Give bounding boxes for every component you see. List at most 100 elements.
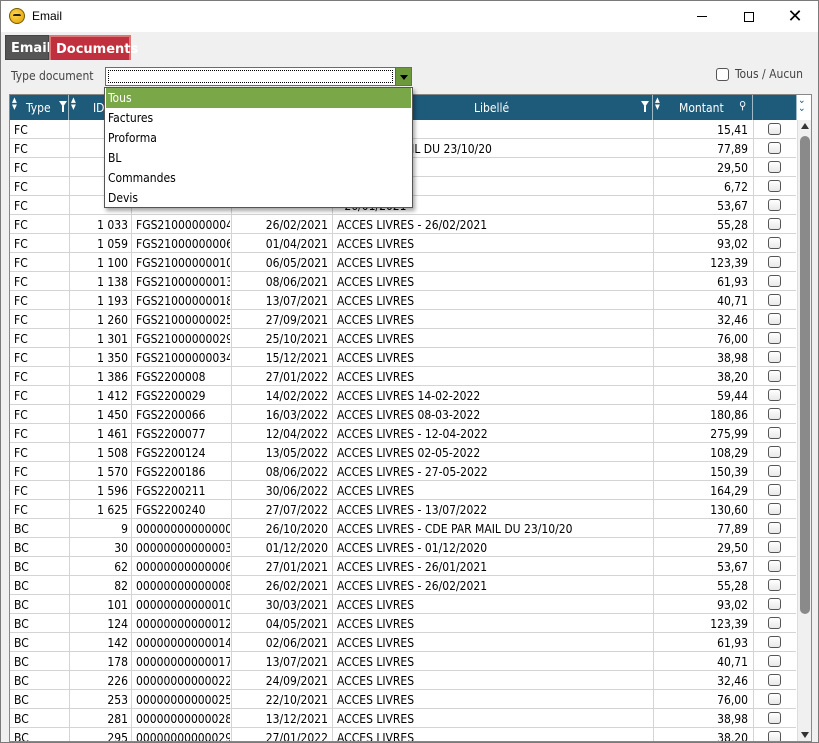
row-checkbox[interactable] bbox=[768, 199, 781, 211]
search-icon[interactable]: ⚲ bbox=[739, 99, 746, 112]
email-window: Email ✕ Email Documents Type document To… bbox=[0, 0, 819, 743]
table-row[interactable]: FC 1 412 FGS2200029 14/02/2022 ACCES LIVRES … bbox=[10, 386, 796, 405]
row-checkbox[interactable] bbox=[768, 503, 781, 515]
row-checkbox[interactable] bbox=[768, 579, 781, 591]
column-header-type[interactable]: ▲ ▼ Type bbox=[10, 95, 69, 120]
table-row[interactable]: FC 1 596 FGS2200211 30/06/2022 ACCES LIVRES 1… bbox=[10, 481, 796, 500]
select-all-checkbox[interactable] bbox=[716, 68, 729, 81]
table-row[interactable]: BC 101 000000000000101 30/03/2021 ACCES LIVR… bbox=[10, 595, 796, 614]
table-row[interactable]: FC 1 386 FGS2200008 27/01/2022 ACCES LIVRES 3… bbox=[10, 367, 796, 386]
row-checkbox[interactable] bbox=[768, 712, 781, 724]
row-checkbox[interactable] bbox=[768, 560, 781, 572]
table-row[interactable]: FC 1 350 FGS210000000344 15/12/2021 ACCES LI… bbox=[10, 348, 796, 367]
table-row[interactable]: FC 1 138 FGS210000000135 08/06/2021 ACCES LI… bbox=[10, 272, 796, 291]
chevron-down-icon[interactable] bbox=[395, 68, 411, 85]
row-checkbox[interactable] bbox=[768, 218, 781, 230]
table-row[interactable]: FC 1 450 FGS2200066 16/03/2022 ACCES LIVRES … bbox=[10, 405, 796, 424]
window-title: Email bbox=[32, 9, 63, 23]
table-row[interactable]: FC 1 570 FGS2200186 08/06/2022 ACCES LIVRES … bbox=[10, 462, 796, 481]
table-row[interactable]: BC 62 000000000000062 27/01/2021 ACCES LIVRE… bbox=[10, 557, 796, 576]
table-row[interactable]: BC 178 000000000000178 13/07/2021 ACCES LIVR… bbox=[10, 652, 796, 671]
row-checkbox[interactable] bbox=[768, 408, 781, 420]
scrollbar-thumb[interactable] bbox=[800, 136, 810, 614]
filter-icon[interactable] bbox=[59, 101, 67, 112]
row-checkbox[interactable] bbox=[768, 655, 781, 667]
tab-documents[interactable]: Documents bbox=[49, 35, 138, 60]
table-row[interactable]: BC 30 000000000000030 01/12/2020 ACCES LIVRE… bbox=[10, 538, 796, 557]
row-checkbox[interactable] bbox=[768, 142, 781, 154]
row-checkbox[interactable] bbox=[768, 237, 781, 249]
row-checkbox[interactable] bbox=[768, 294, 781, 306]
table-row[interactable]: FC 1 100 FGS210000000106 06/05/2021 ACCES LI… bbox=[10, 253, 796, 272]
table-row[interactable]: BC 82 000000000000082 26/02/2021 ACCES LIVRE… bbox=[10, 576, 796, 595]
dropdown-option[interactable]: BL bbox=[106, 148, 411, 168]
cell-numero: FGS210000000187 bbox=[136, 294, 230, 308]
tab-email[interactable]: Email bbox=[5, 35, 51, 60]
cell-date: 08/06/2021 bbox=[265, 275, 328, 289]
close-button[interactable]: ✕ bbox=[772, 1, 818, 32]
table-row[interactable]: FC 1 461 FGS2200077 12/04/2022 ACCES LIVRES … bbox=[10, 424, 796, 443]
table-row[interactable]: BC 9 000000000000009 26/10/2020 ACCES LIVRES… bbox=[10, 519, 796, 538]
dropdown-option[interactable]: Tous bbox=[106, 88, 411, 108]
row-checkbox[interactable] bbox=[768, 693, 781, 705]
row-checkbox[interactable] bbox=[768, 370, 781, 382]
maximize-button[interactable] bbox=[726, 1, 772, 32]
cell-id: 226 bbox=[107, 674, 128, 688]
row-checkbox[interactable] bbox=[768, 731, 781, 741]
row-checkbox[interactable] bbox=[768, 484, 781, 496]
cell-type: FC bbox=[14, 256, 28, 270]
row-checkbox[interactable] bbox=[768, 598, 781, 610]
row-checkbox[interactable] bbox=[768, 617, 781, 629]
column-chooser-button[interactable]: ⌄ ⌄ bbox=[797, 95, 811, 120]
row-checkbox[interactable] bbox=[768, 256, 781, 268]
cell-id: 1 625 bbox=[97, 503, 128, 517]
column-header-montant[interactable]: ▲ ▼ Montant ⚲ bbox=[653, 95, 753, 120]
table-row[interactable]: BC 142 000000000000142 02/06/2021 ACCES LIVR… bbox=[10, 633, 796, 652]
table-row[interactable]: BC 295 000000000000295 27/01/2022 ACCES LIVR… bbox=[10, 728, 796, 742]
column-header-select[interactable] bbox=[753, 95, 797, 120]
minimize-button[interactable] bbox=[679, 1, 725, 32]
cell-numero: FGS210000000106 bbox=[136, 256, 230, 270]
dropdown-option[interactable]: Devis bbox=[106, 188, 411, 208]
type-document-combo[interactable] bbox=[105, 67, 412, 86]
cell-date: 25/10/2021 bbox=[265, 332, 328, 346]
row-checkbox[interactable] bbox=[768, 313, 781, 325]
scroll-down-icon[interactable] bbox=[801, 732, 809, 738]
filter-icon[interactable] bbox=[641, 101, 649, 112]
vertical-scrollbar[interactable] bbox=[797, 120, 811, 741]
table-row[interactable]: BC 281 000000000000281 13/12/2021 ACCES LIVR… bbox=[10, 709, 796, 728]
table-row[interactable]: FC 1 508 FGS2200124 13/05/2022 ACCES LIVRES … bbox=[10, 443, 796, 462]
cell-montant: 53,67 bbox=[717, 560, 748, 574]
row-checkbox[interactable] bbox=[768, 180, 781, 192]
row-checkbox[interactable] bbox=[768, 541, 781, 553]
dropdown-option[interactable]: Proforma bbox=[106, 128, 411, 148]
cell-date: 27/01/2022 bbox=[265, 731, 328, 742]
row-checkbox[interactable] bbox=[768, 161, 781, 173]
row-checkbox[interactable] bbox=[768, 351, 781, 363]
table-row[interactable]: FC 1 033 FGS210000000044 26/02/2021 ACCES LI… bbox=[10, 215, 796, 234]
cell-libelle: ACCES LIVRES bbox=[337, 313, 415, 327]
row-checkbox[interactable] bbox=[768, 446, 781, 458]
table-row[interactable]: FC 1 059 FGS210000000067 01/04/2021 ACCES LI… bbox=[10, 234, 796, 253]
row-checkbox[interactable] bbox=[768, 674, 781, 686]
dropdown-option[interactable]: Commandes bbox=[106, 168, 411, 188]
row-checkbox[interactable] bbox=[768, 636, 781, 648]
dropdown-option[interactable]: Factures bbox=[106, 108, 411, 128]
maximize-icon bbox=[744, 11, 754, 22]
row-checkbox[interactable] bbox=[768, 123, 781, 135]
scroll-up-icon[interactable] bbox=[801, 123, 809, 129]
cell-type: FC bbox=[14, 446, 28, 460]
row-checkbox[interactable] bbox=[768, 389, 781, 401]
table-row[interactable]: FC 1 260 FGS210000000254 27/09/2021 ACCES LI… bbox=[10, 310, 796, 329]
table-row[interactable]: FC 1 301 FGS210000000295 25/10/2021 ACCES LI… bbox=[10, 329, 796, 348]
row-checkbox[interactable] bbox=[768, 522, 781, 534]
row-checkbox[interactable] bbox=[768, 275, 781, 287]
table-row[interactable]: FC 1 193 FGS210000000187 13/07/2021 ACCES LI… bbox=[10, 291, 796, 310]
table-row[interactable]: BC 226 000000000000226 24/09/2021 ACCES LIVR… bbox=[10, 671, 796, 690]
row-checkbox[interactable] bbox=[768, 427, 781, 439]
table-row[interactable]: BC 124 000000000000124 04/05/2021 ACCES LIVR… bbox=[10, 614, 796, 633]
row-checkbox[interactable] bbox=[768, 332, 781, 344]
table-row[interactable]: BC 253 000000000000253 22/10/2021 ACCES LIVR… bbox=[10, 690, 796, 709]
row-checkbox[interactable] bbox=[768, 465, 781, 477]
table-row[interactable]: FC 1 625 FGS2200240 27/07/2022 ACCES LIVRES … bbox=[10, 500, 796, 519]
